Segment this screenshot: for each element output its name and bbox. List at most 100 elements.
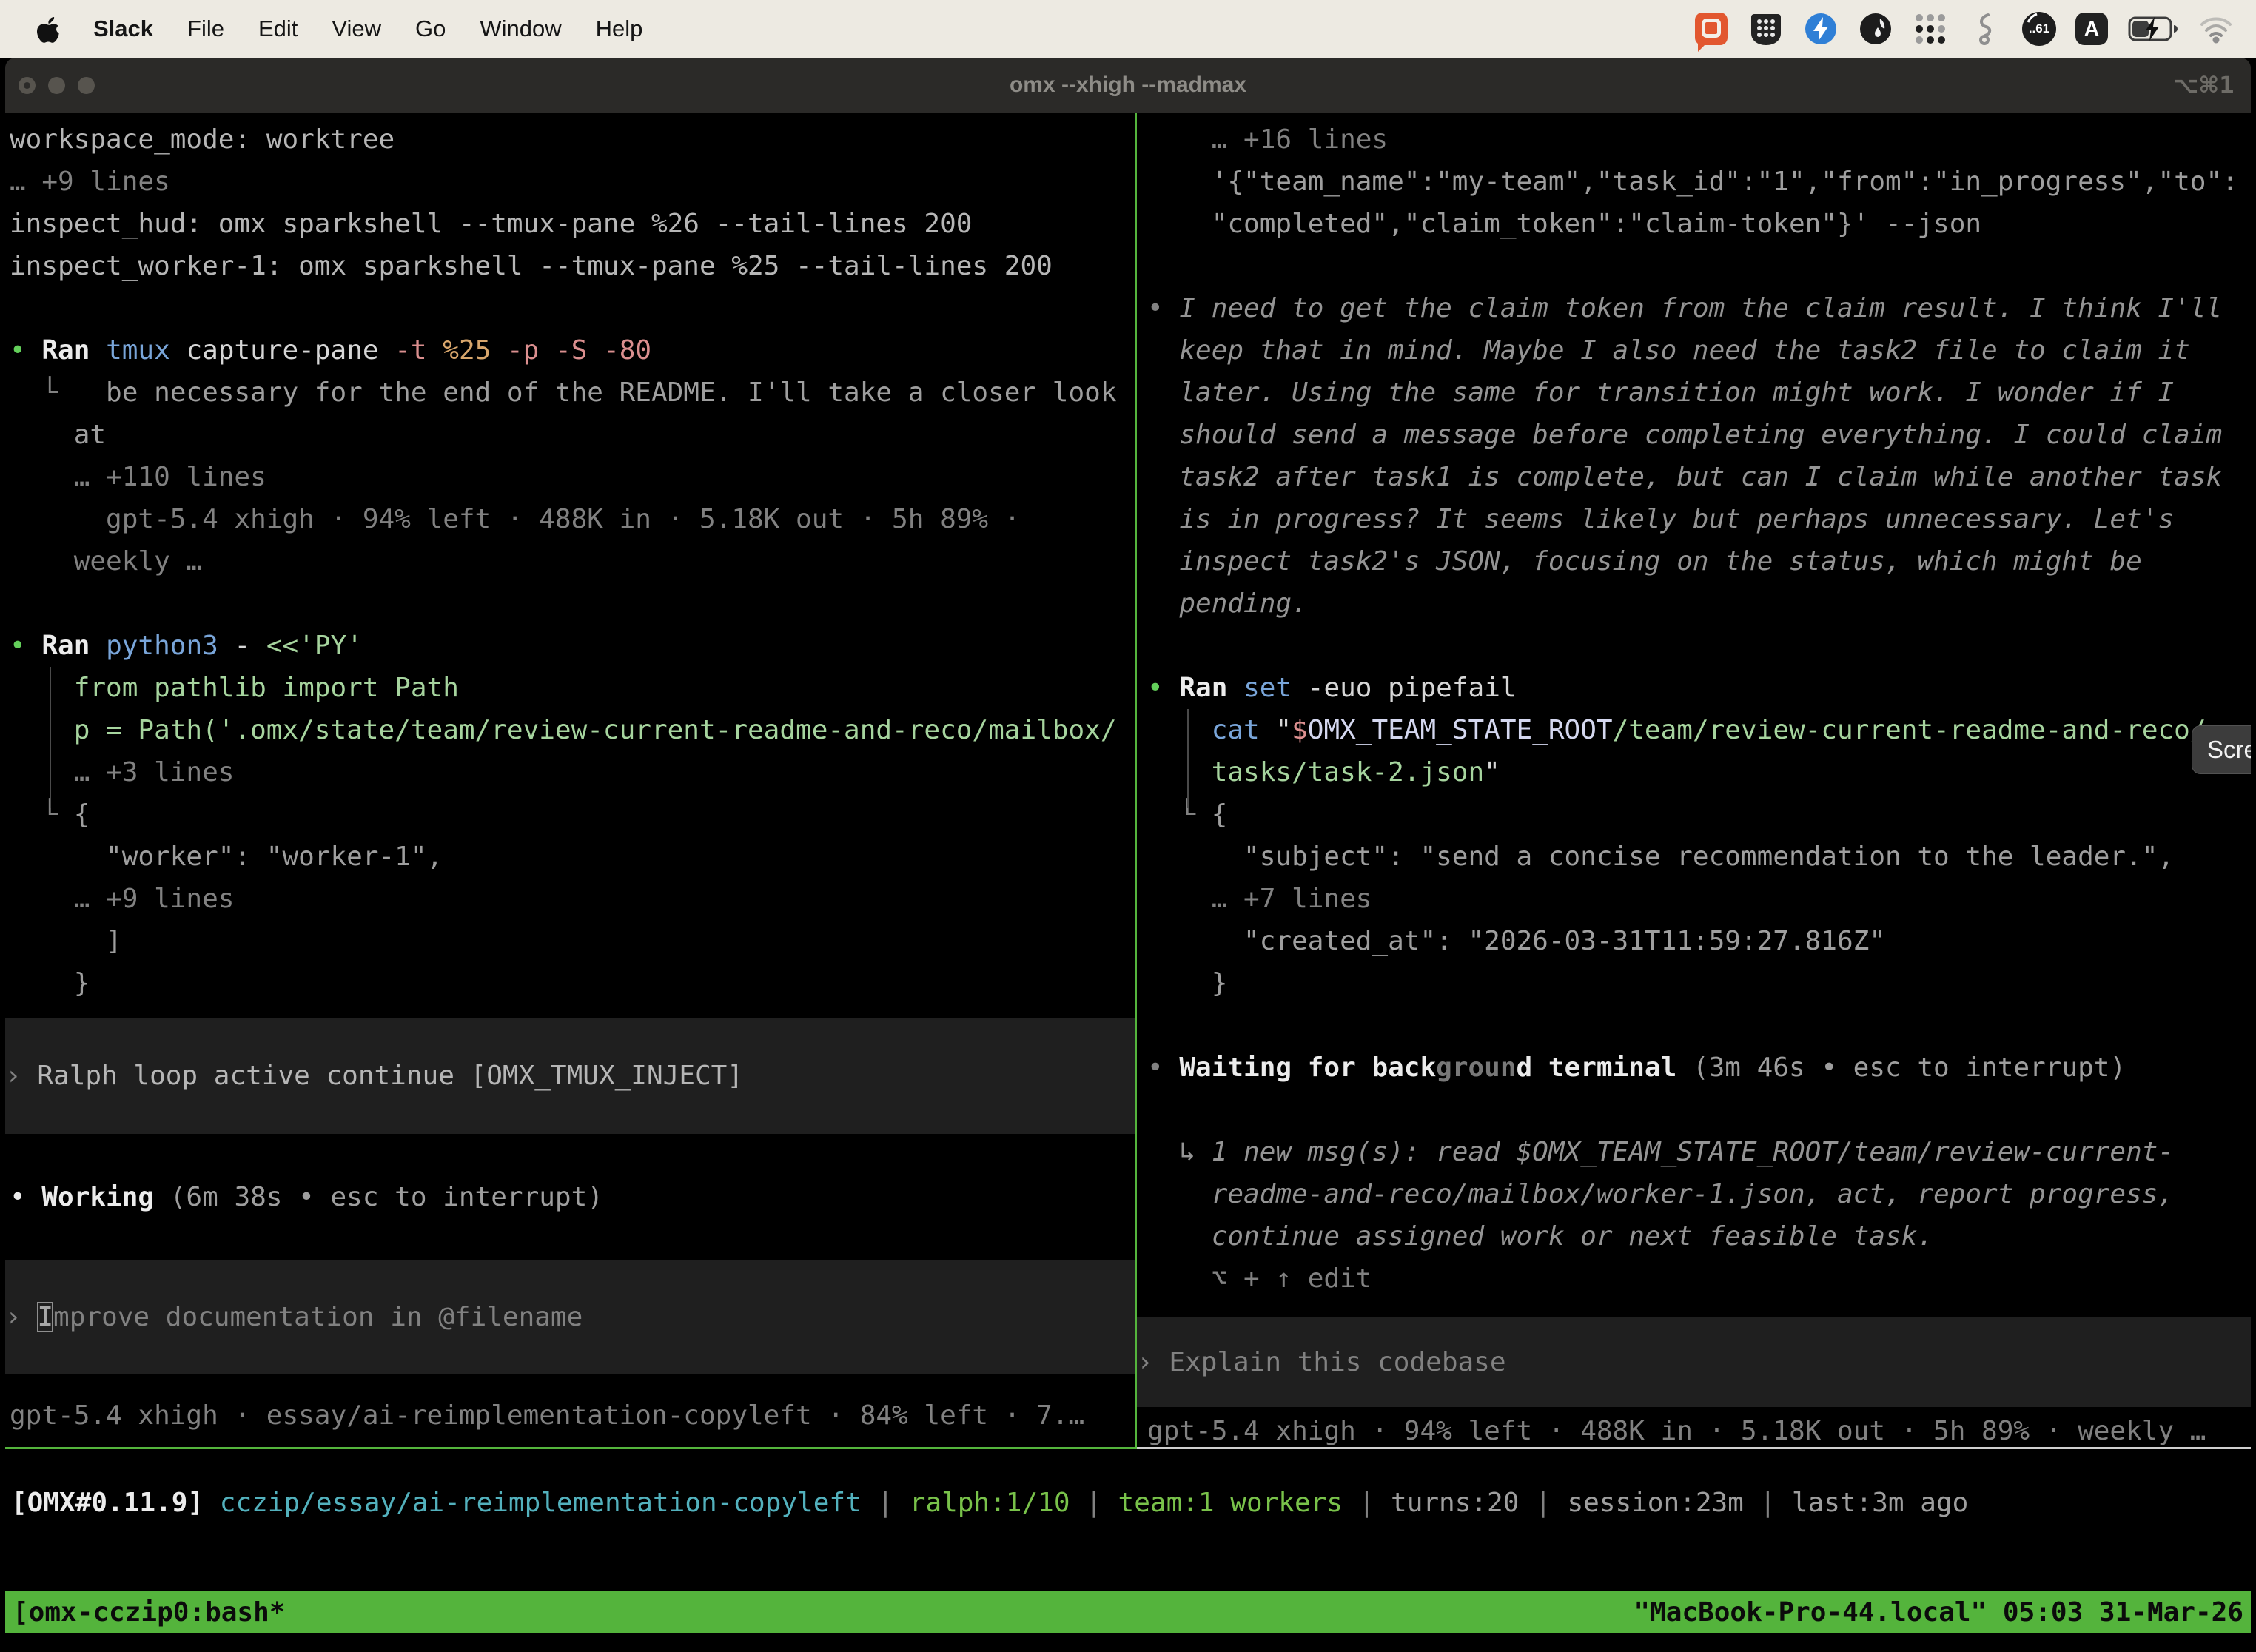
terminal-line: } <box>1147 962 2251 1004</box>
terminal-line: tasks/task-2.json" <box>1147 751 2251 793</box>
prompt-input-band[interactable]: › Explain this codebase <box>1137 1317 2251 1407</box>
terminal-line: "completed","claim_token":"claim-token"}… <box>1147 203 2251 245</box>
prompt-input-band[interactable]: › Improve documentation in @filename <box>5 1260 1135 1374</box>
a-app-label: A <box>2084 17 2099 41</box>
output-connector-line <box>1187 709 1189 808</box>
gauge-label: ..61 <box>2029 21 2049 36</box>
terminal-line: "subject": "send a concise recommendatio… <box>1147 836 2251 878</box>
terminal-line: └ be necessary for the end of the README… <box>10 372 1135 414</box>
terminal-line: } <box>10 962 1135 1004</box>
inject-notice-band: › Ralph loop active continue [OMX_TMUX_I… <box>5 1018 1135 1134</box>
working-status: • Working (6m 38s • esc to interrupt) <box>10 1134 1135 1260</box>
menu-help[interactable]: Help <box>596 16 643 42</box>
wifi-icon[interactable] <box>2198 11 2234 47</box>
terminal-line: inspect_worker-1: omx sparkshell --tmux-… <box>10 245 1135 287</box>
menu-bar: Slack File Edit View Go Window Help <box>0 0 2256 58</box>
terminal-line: … +7 lines <box>1147 878 2251 920</box>
a-app-icon[interactable]: A <box>2075 13 2108 45</box>
terminal-line <box>1147 1004 2251 1047</box>
menu-bar-status-icons: ..61 A <box>1693 11 2234 47</box>
terminal-line: later. Using the same for transition mig… <box>1147 372 2251 414</box>
terminal-line: '{"team_name":"my-team","task_id":"1","f… <box>1147 161 2251 203</box>
apple-menu-icon[interactable] <box>34 14 59 44</box>
terminal-line: … +9 lines <box>10 878 1135 920</box>
left-pane-bottom-border <box>5 1447 1135 1449</box>
terminal-line: … +3 lines <box>10 751 1135 793</box>
terminal-line <box>10 287 1135 329</box>
right-terminal-pane[interactable]: … +16 lines '{"team_name":"my-team","tas… <box>1137 113 2251 1452</box>
terminal-line: pending. <box>1147 582 2251 625</box>
terminal-line <box>10 1134 1135 1176</box>
terminal-line: gpt-5.4 xhigh · essay/ai-reimplementatio… <box>10 1394 1135 1437</box>
menu-window[interactable]: Window <box>480 16 561 42</box>
terminal-line: p = Path('.omx/state/team/review-current… <box>10 709 1135 751</box>
window-titlebar: omx --xhigh --madmax ⌥⌘1 <box>5 58 2251 113</box>
terminal-line: › Ralph loop active continue [OMX_TMUX_I… <box>5 1055 1135 1097</box>
terminal-line: • I need to get the claim token from the… <box>1147 287 2251 329</box>
terminal-line: ⌥ + ↑ edit <box>1147 1258 2251 1300</box>
window-shortcut-hint: ⌥⌘1 <box>2173 73 2235 98</box>
terminal-line: continue assigned work or next feasible … <box>1147 1215 2251 1258</box>
terminal-line <box>1147 245 2251 287</box>
terminal-window: omx --xhigh --madmax ⌥⌘1 workspace_mode:… <box>5 58 2251 1652</box>
tmux-host-clock-label: "MacBook-Pro-44.local" 05:03 31-Mar-26 <box>1634 1597 2243 1628</box>
terminal-line: task2 after task1 is complete, but can I… <box>1147 456 2251 498</box>
terminal-line: … +9 lines <box>10 161 1135 203</box>
terminal-line <box>10 582 1135 625</box>
terminal-line: • Ran set -euo pipefail <box>1147 667 2251 709</box>
keypad-shield-icon[interactable] <box>1748 11 1784 47</box>
terminal-line: is in progress? It seems likely but perh… <box>1147 498 2251 540</box>
terminal-line: • Ran python3 - <<'PY' <box>10 625 1135 667</box>
omx-session-status-line: [OMX#0.11.9] cczip/essay/ai-reimplementa… <box>11 1482 1968 1524</box>
battery-charging-icon[interactable] <box>2127 11 2179 47</box>
menu-view[interactable]: View <box>332 16 381 42</box>
terminal-line <box>1147 1089 2251 1131</box>
terminal-line: gpt-5.4 xhigh · 94% left · 488K in · 5.1… <box>10 498 1135 540</box>
terminal-line: keep that in mind. Maybe I also need the… <box>1147 329 2251 372</box>
terminal-line: › Explain this codebase <box>1137 1341 2251 1383</box>
dots-grid-icon[interactable] <box>1913 11 1948 47</box>
terminal-line: • Ran tmux capture-pane -t %25 -p -S -80 <box>10 329 1135 372</box>
tmux-session-label: [omx-cczip0:bash* <box>13 1597 285 1628</box>
terminal-line: cat "$OMX_TEAM_STATE_ROOT/team/review-cu… <box>1147 709 2251 751</box>
terminal-line: └ { <box>1147 793 2251 836</box>
terminal-line: weekly … <box>10 540 1135 582</box>
terminal-line: … +16 lines <box>1147 118 2251 161</box>
terminal-line: inspect task2's JSON, focusing on the st… <box>1147 540 2251 582</box>
terminal-line: workspace_mode: worktree <box>10 118 1135 161</box>
terminal-line <box>1147 625 2251 667</box>
squiggle-icon[interactable] <box>1967 11 2003 47</box>
terminal-line: … +110 lines <box>10 456 1135 498</box>
terminal-line: › Improve documentation in @filename <box>5 1296 1135 1338</box>
right-pane-bottom-border <box>1137 1447 2251 1449</box>
menu-go[interactable]: Go <box>415 16 446 42</box>
terminal-line: ↳ 1 new msg(s): read $OMX_TEAM_STATE_ROO… <box>1147 1131 2251 1173</box>
scrollback-output: workspace_mode: worktree… +9 linesinspec… <box>10 118 1135 1004</box>
terminal-line: └ { <box>10 793 1135 836</box>
chat-app-icon[interactable] <box>1693 11 1729 47</box>
terminal-line: "created_at": "2026-03-31T11:59:27.816Z" <box>1147 920 2251 962</box>
terminal-line: gpt-5.4 xhigh · 94% left · 488K in · 5.1… <box>1147 1410 2251 1452</box>
screen-tooltip-label: Scre <box>2207 736 2251 764</box>
menu-edit[interactable]: Edit <box>258 16 298 42</box>
terminal-line: "worker": "worker-1", <box>10 836 1135 878</box>
tmux-status-bar: [omx-cczip0:bash* "MacBook-Pro-44.local"… <box>5 1591 2251 1633</box>
left-terminal-pane[interactable]: workspace_mode: worktree… +9 linesinspec… <box>5 113 1135 1437</box>
pane-status-line: gpt-5.4 xhigh · essay/ai-reimplementatio… <box>10 1394 1135 1437</box>
blue-bolt-icon[interactable] <box>1803 11 1839 47</box>
gauge-icon[interactable]: ..61 <box>2022 12 2056 46</box>
terminal-line: readme-and-reco/mailbox/worker-1.json, a… <box>1147 1173 2251 1215</box>
menu-file[interactable]: File <box>187 16 224 42</box>
pane-status-line: gpt-5.4 xhigh · 94% left · 488K in · 5.1… <box>1147 1410 2251 1452</box>
terminal-area: workspace_mode: worktree… +9 linesinspec… <box>5 113 2251 1652</box>
terminal-line: • Waiting for background terminal (3m 46… <box>1147 1047 2251 1089</box>
window-title: omx --xhigh --madmax <box>5 73 2251 98</box>
output-connector-line <box>50 667 51 808</box>
terminal-line: at <box>10 414 1135 456</box>
app-menus: Slack File Edit View Go Window Help <box>93 16 642 42</box>
dark-crescent-icon[interactable] <box>1858 11 1893 47</box>
menu-slack[interactable]: Slack <box>93 16 153 42</box>
terminal-line <box>10 1218 1135 1260</box>
terminal-line: ] <box>10 920 1135 962</box>
screen-tooltip: Scre <box>2192 725 2251 774</box>
